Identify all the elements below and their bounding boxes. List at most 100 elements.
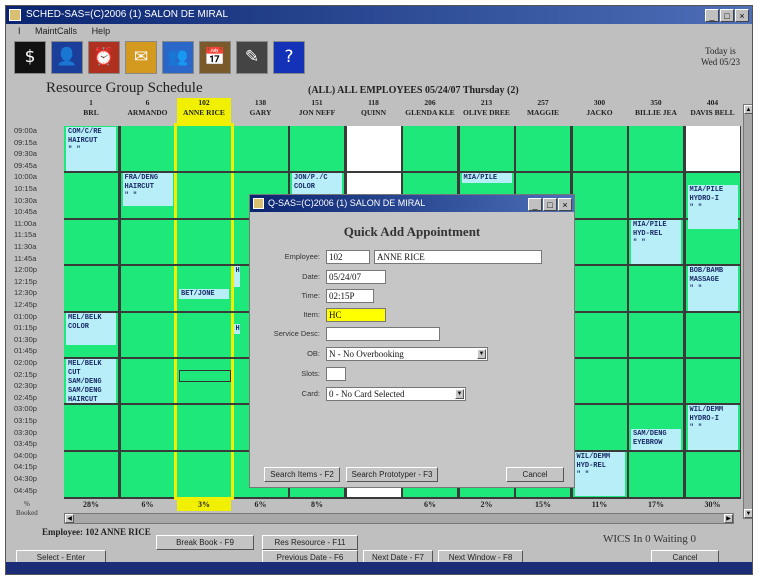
appointment-block[interactable]: H xyxy=(233,324,240,334)
column-header[interactable]: 138 GARY xyxy=(234,98,288,124)
dialog-minimize-button[interactable]: _ xyxy=(528,198,542,211)
column-header[interactable]: 257 MAGGIE xyxy=(516,98,570,124)
employee-name-field[interactable]: ANNE RICE xyxy=(374,250,542,264)
employee-number-field[interactable]: 102 xyxy=(326,250,370,264)
appointment-block[interactable]: FRA/DENG HAIRCUT " " xyxy=(122,173,173,207)
appointment-block[interactable]: MEL/BELK CUT SAM/DENG SAM/DENG HAIRCUT xyxy=(66,359,116,404)
appointment-block[interactable]: WIL/DEMM HYDRO-I " " xyxy=(687,405,738,450)
column-name: MAGGIE xyxy=(526,108,560,117)
chevron-down-icon[interactable]: ▼ xyxy=(455,389,464,399)
service-desc-label: Service Desc: xyxy=(273,329,320,338)
employee-status: Employee: 102 ANNE RICE xyxy=(42,527,151,537)
column-header[interactable]: 206 GLENDA KLE xyxy=(403,98,457,124)
time-slot-label: 04:15p xyxy=(14,462,37,472)
appointment-block[interactable]: BET/JONE xyxy=(179,289,229,299)
person-icon[interactable]: 👤 xyxy=(51,41,83,74)
minimize-button[interactable]: _ xyxy=(705,9,719,22)
menu-item-help[interactable]: Help xyxy=(92,26,111,36)
booked-percent: 6% xyxy=(424,500,436,509)
column-name: BRL xyxy=(83,108,99,117)
time-slot-label: 11:45a xyxy=(14,253,37,263)
dialog-maximize-button[interactable]: □ xyxy=(543,198,557,211)
today-display: Today is Wed 05/23 xyxy=(701,46,740,68)
help-icon[interactable]: ? xyxy=(273,41,305,74)
window-title: SCHED-SAS=(C)2006 (1) SALON DE MIRAL xyxy=(26,9,229,20)
time-slot-label: 04:00p xyxy=(14,450,37,460)
appointment-block[interactable]: H xyxy=(233,266,240,288)
search-prototyper-button[interactable]: Search Prototyper - F3 xyxy=(346,467,438,482)
column-number: 213 xyxy=(480,98,493,107)
app-window: SCHED-SAS=(C)2006 (1) SALON DE MIRAL _ □ ×… xyxy=(5,5,753,575)
column-name: GARY xyxy=(249,108,272,117)
column-name: JON NEFF xyxy=(298,108,336,117)
item-field[interactable]: HC xyxy=(326,308,386,322)
search-items-button[interactable]: Search Items - F2 xyxy=(264,467,340,482)
column-number: 350 xyxy=(650,98,662,107)
ob-label: OB: xyxy=(307,349,320,358)
column-number: 404 xyxy=(706,98,719,107)
appointment-block[interactable]: MIA/PILE xyxy=(461,173,512,183)
chevron-down-icon[interactable]: ▼ xyxy=(477,349,486,359)
clock-icon[interactable]: ⏰ xyxy=(88,41,120,74)
dollar-icon[interactable]: $ xyxy=(14,41,46,74)
appointment-block[interactable]: MIA/PILE HYDRO-I " " xyxy=(687,185,738,230)
scroll-right-icon[interactable]: ▶ xyxy=(724,514,733,523)
appointment-block[interactable]: WIL/DEMM HYD-REL " " xyxy=(574,451,625,497)
column-header[interactable]: 151 JON NEFF xyxy=(290,98,344,124)
appointment-block[interactable]: MIA/PILE HYD-REL " " xyxy=(631,219,681,265)
booked-percent: 2% xyxy=(480,500,493,509)
res-resource-button[interactable]: Res Resource - F11 xyxy=(262,535,358,550)
pen-icon[interactable]: ✎ xyxy=(236,41,268,74)
app-icon xyxy=(9,9,21,21)
overbooking-select[interactable]: N - No Overbooking ▼ xyxy=(326,347,488,361)
horizontal-scrollbar[interactable]: ◀ ▶ xyxy=(64,513,734,524)
vertical-scrollbar[interactable]: ▲ ▼ xyxy=(743,104,752,519)
scroll-down-icon[interactable]: ▼ xyxy=(744,509,752,518)
column-name: DAVIS BELL xyxy=(690,108,735,117)
dialog-close-button[interactable]: × xyxy=(558,198,572,211)
column-header[interactable]: 350 BILLIE JEA xyxy=(629,98,683,124)
column-header[interactable]: 213 OLIVE DREE xyxy=(460,98,514,124)
slots-field[interactable] xyxy=(326,367,346,381)
card-value: 0 - No Card Selected xyxy=(329,389,405,399)
column-number: 118 xyxy=(368,98,379,107)
card-select[interactable]: 0 - No Card Selected ▼ xyxy=(326,387,466,401)
appointment-block[interactable]: MEL/BELK COLOR xyxy=(66,312,116,346)
time-slot-label: 03:45p xyxy=(14,439,37,449)
appointment-block[interactable]: JON/P./C COLOR xyxy=(292,173,342,195)
appointment-block[interactable]: SAM/DENG EYEBROW xyxy=(631,428,681,450)
menu-item-maintcalls[interactable]: MaintCalls xyxy=(35,26,77,36)
scroll-up-icon[interactable]: ▲ xyxy=(744,105,752,114)
time-slot-label: 02:30p xyxy=(14,381,37,391)
appointment-block[interactable]: COM/C/RE HAIRCUT " " xyxy=(66,127,116,172)
selected-slot[interactable] xyxy=(179,369,231,382)
time-slot-label: 09:00a xyxy=(14,126,37,135)
maximize-button[interactable]: □ xyxy=(720,9,734,22)
calendar-icon[interactable]: 📅 xyxy=(199,41,231,74)
service-desc-field[interactable] xyxy=(326,327,440,341)
booked-percent xyxy=(347,499,401,511)
column-header[interactable]: 6 ARMANDO xyxy=(121,98,175,124)
column-header[interactable]: 404 DAVIS BELL xyxy=(686,98,740,124)
booked-percent: 17% xyxy=(648,500,664,509)
schedule-title: Resource Group Schedule xyxy=(46,80,203,96)
booked-percent: 6% xyxy=(141,500,154,509)
column-header[interactable]: 118 QUINN xyxy=(347,98,401,124)
date-field[interactable]: 05/24/07 xyxy=(326,270,386,284)
time-slot-label: 10:15a xyxy=(14,184,37,193)
scroll-left-icon[interactable]: ◀ xyxy=(65,514,74,523)
time-slot-label: 11:15a xyxy=(14,230,37,240)
menu-item-i[interactable]: I xyxy=(18,26,21,36)
dialog-cancel-button[interactable]: Cancel xyxy=(506,467,564,482)
column-header[interactable]: 102 ANNE RICE xyxy=(177,98,231,124)
group-icon[interactable]: 👥 xyxy=(162,41,194,74)
close-button[interactable]: × xyxy=(735,9,749,22)
time-field[interactable]: 02:15P xyxy=(326,289,374,303)
appointment-block[interactable]: BOB/BAMB MASSAGE " " xyxy=(687,266,738,311)
dialog-title-bar: Q-SAS=(C)2006 (1) SALON DE MIRAL _ □ × xyxy=(250,195,574,212)
column-header[interactable]: 300 JACKO xyxy=(573,98,627,124)
column-header[interactable]: 1 BRL xyxy=(64,98,118,124)
envelope-icon[interactable]: ✉ xyxy=(125,41,157,74)
break-book-button[interactable]: Break Book - F9 xyxy=(156,535,254,550)
column-name: ARMANDO xyxy=(127,108,168,117)
